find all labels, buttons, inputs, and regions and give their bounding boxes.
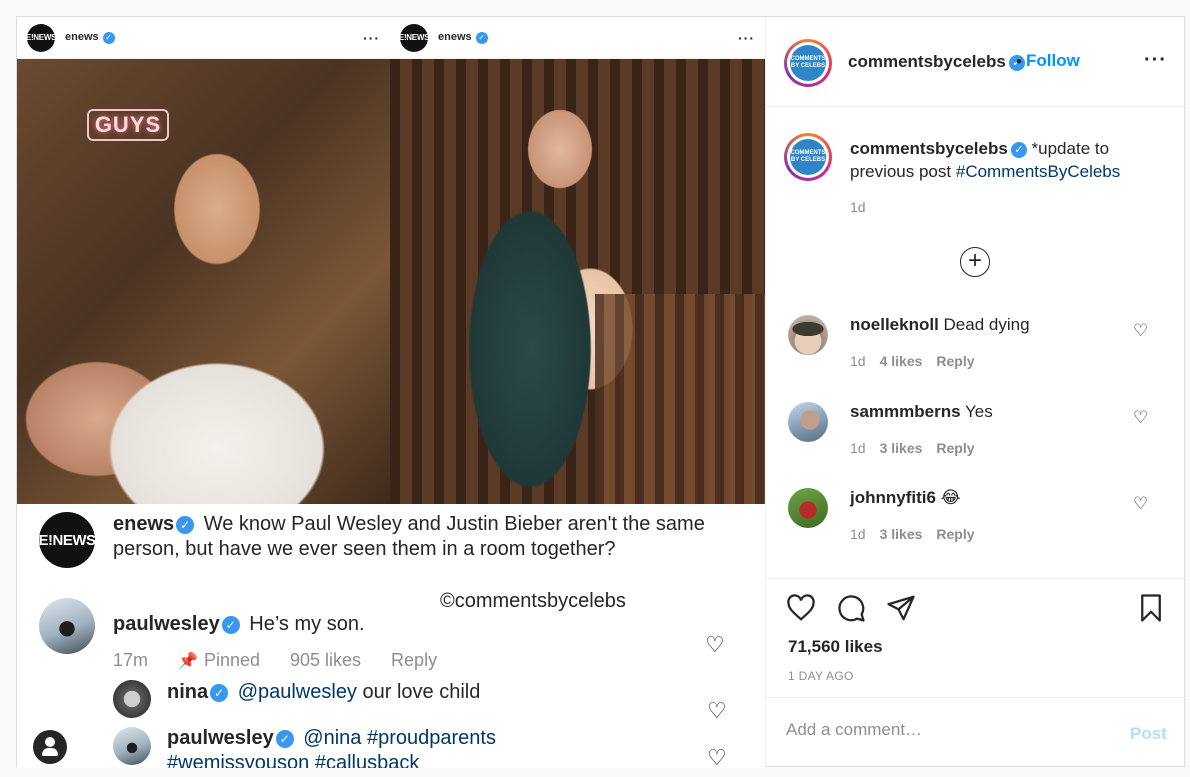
share-icon[interactable] xyxy=(886,593,916,623)
post-modal: E!NEWS enews ✓ ··· GUYS E!NEWS enews ✓ ···… xyxy=(16,16,1185,768)
heart-icon[interactable]: ♡ xyxy=(1133,408,1148,428)
caption-username[interactable]: commentsbycelebs xyxy=(850,139,1008,158)
comment-likes[interactable]: 3 likes xyxy=(880,440,923,456)
post-image[interactable]: E!NEWS enews ✓ ··· GUYS E!NEWS enews ✓ ···… xyxy=(17,17,765,768)
paulwesley-avatar xyxy=(113,727,151,765)
left-panel-header: E!NEWS enews ✓ ··· xyxy=(17,17,390,59)
johnnyfiti6-avatar[interactable] xyxy=(788,488,828,528)
watermark: ©commentsbycelebs xyxy=(440,590,626,612)
heart-icon: ♡ xyxy=(705,632,725,657)
verified-icon: ✓ xyxy=(221,616,240,634)
noelleknoll-avatar[interactable] xyxy=(788,315,828,355)
right-photo xyxy=(390,59,765,504)
comment-text: sammmberns Yes xyxy=(850,402,993,421)
right-panel-header: E!NEWS enews ✓ ··· xyxy=(390,17,765,59)
follow-button[interactable]: Follow xyxy=(1026,51,1080,71)
wooden-railing xyxy=(595,294,765,504)
nina-comment: nina ✓ @paulwesley our love child xyxy=(167,681,481,703)
post-sidebar: COMMENTS BY CELEBS commentsbycelebs ✓ • F… xyxy=(765,17,1185,766)
paulwesley-reply: paulwesley ✓ @nina #proudparents #wemissy… xyxy=(167,727,496,768)
comment-text: noelleknoll Dead dying xyxy=(850,315,1030,334)
comment-icon[interactable] xyxy=(836,593,866,623)
left-panel-username: enews ✓ xyxy=(65,31,115,44)
account-username[interactable]: commentsbycelebs ✓ xyxy=(848,52,1025,72)
verified-icon: ✓ xyxy=(176,516,195,534)
plus-circle-icon[interactable]: + xyxy=(960,247,990,277)
left-screenshot-panel: E!NEWS enews ✓ ··· GUYS xyxy=(17,17,390,504)
heart-icon: ♡ xyxy=(707,745,727,769)
caption-avatar[interactable]: COMMENTS BY CELEBS xyxy=(784,133,832,181)
heart-icon[interactable] xyxy=(786,593,816,623)
verified-icon: ✓ xyxy=(1010,142,1027,158)
reply-button[interactable]: Reply xyxy=(936,440,974,456)
verified-icon: ✓ xyxy=(210,684,229,702)
post-actions: 71,560 likes 1 DAY AGO Post xyxy=(766,578,1185,766)
caption-time: 1d xyxy=(850,199,866,215)
reply-button[interactable]: Reply xyxy=(936,526,974,542)
account-logo: COMMENTS BY CELEBS xyxy=(790,45,826,81)
heart-icon[interactable]: ♡ xyxy=(1133,494,1148,514)
post-date: 1 DAY AGO xyxy=(788,669,854,683)
like-count[interactable]: 71,560 likes xyxy=(788,637,883,657)
enews-logo: E!NEWS xyxy=(399,23,429,52)
add-comment-input[interactable] xyxy=(786,720,1106,740)
post-caption: commentsbycelebs ✓ *update to previous po… xyxy=(850,139,1121,181)
add-comment-row: Post xyxy=(766,697,1185,767)
right-screenshot-panel: E!NEWS enews ✓ ··· xyxy=(390,17,765,504)
more-options-icon: ··· xyxy=(363,29,380,46)
comment-meta: 1d 3 likes Reply xyxy=(850,440,975,456)
heart-icon: ♡ xyxy=(707,698,727,723)
neon-sign: GUYS xyxy=(87,109,169,141)
paulwesley-avatar xyxy=(39,598,95,654)
pin-icon: 📌 xyxy=(178,653,198,670)
comment-item: noelleknoll Dead dying 1d 4 likes Reply … xyxy=(766,315,1185,401)
caption-screenshot: E!NEWS enews ✓ We know Paul Wesley and Ju… xyxy=(17,504,765,768)
more-options-icon: ··· xyxy=(738,29,755,46)
bookmark-icon[interactable] xyxy=(1136,593,1166,623)
verified-icon: ✓ xyxy=(275,730,294,748)
comment-item: sammmberns Yes 1d 3 likes Reply ♡ xyxy=(766,402,1185,488)
sammmberns-avatar[interactable] xyxy=(788,402,828,442)
post-header: COMMENTS BY CELEBS commentsbycelebs ✓ • F… xyxy=(766,17,1185,107)
post-button[interactable]: Post xyxy=(1130,724,1167,744)
separator-dot: • xyxy=(1016,52,1022,71)
more-options-icon[interactable]: ··· xyxy=(1144,49,1167,72)
hashtag-link[interactable]: #CommentsByCelebs xyxy=(956,162,1120,181)
comment-meta: 1d 3 likes Reply xyxy=(850,526,975,542)
account-logo: COMMENTS BY CELEBS xyxy=(790,139,826,175)
comment-meta: 1d 4 likes Reply xyxy=(850,353,975,369)
comment-likes[interactable]: 3 likes xyxy=(880,526,923,542)
paulwesley-comment-meta: 17m 📌 Pinned 905 likes Reply xyxy=(113,650,438,670)
comment-item: johnnyfiti6 😂 1d 3 likes Reply ♡ xyxy=(766,488,1185,574)
verified-icon: ✓ xyxy=(102,31,115,44)
verified-icon: ✓ xyxy=(475,31,488,44)
enews-caption: enews ✓ We know Paul Wesley and Justin Bi… xyxy=(113,513,705,560)
comment-text: johnnyfiti6 😂 xyxy=(850,488,961,507)
enews-avatar: E!NEWS xyxy=(39,512,96,568)
account-avatar[interactable]: COMMENTS BY CELEBS xyxy=(784,39,832,87)
user-avatar-icon[interactable] xyxy=(33,730,67,764)
right-panel-username: enews ✓ xyxy=(438,31,488,44)
comment-likes[interactable]: 4 likes xyxy=(880,353,923,369)
heart-icon[interactable]: ♡ xyxy=(1133,321,1148,341)
paulwesley-comment: paulwesley ✓ He’s my son. xyxy=(113,613,365,635)
enews-logo: E!NEWS xyxy=(26,23,56,52)
nina-avatar xyxy=(113,680,151,718)
reply-button[interactable]: Reply xyxy=(936,353,974,369)
left-photo: GUYS xyxy=(17,59,390,504)
